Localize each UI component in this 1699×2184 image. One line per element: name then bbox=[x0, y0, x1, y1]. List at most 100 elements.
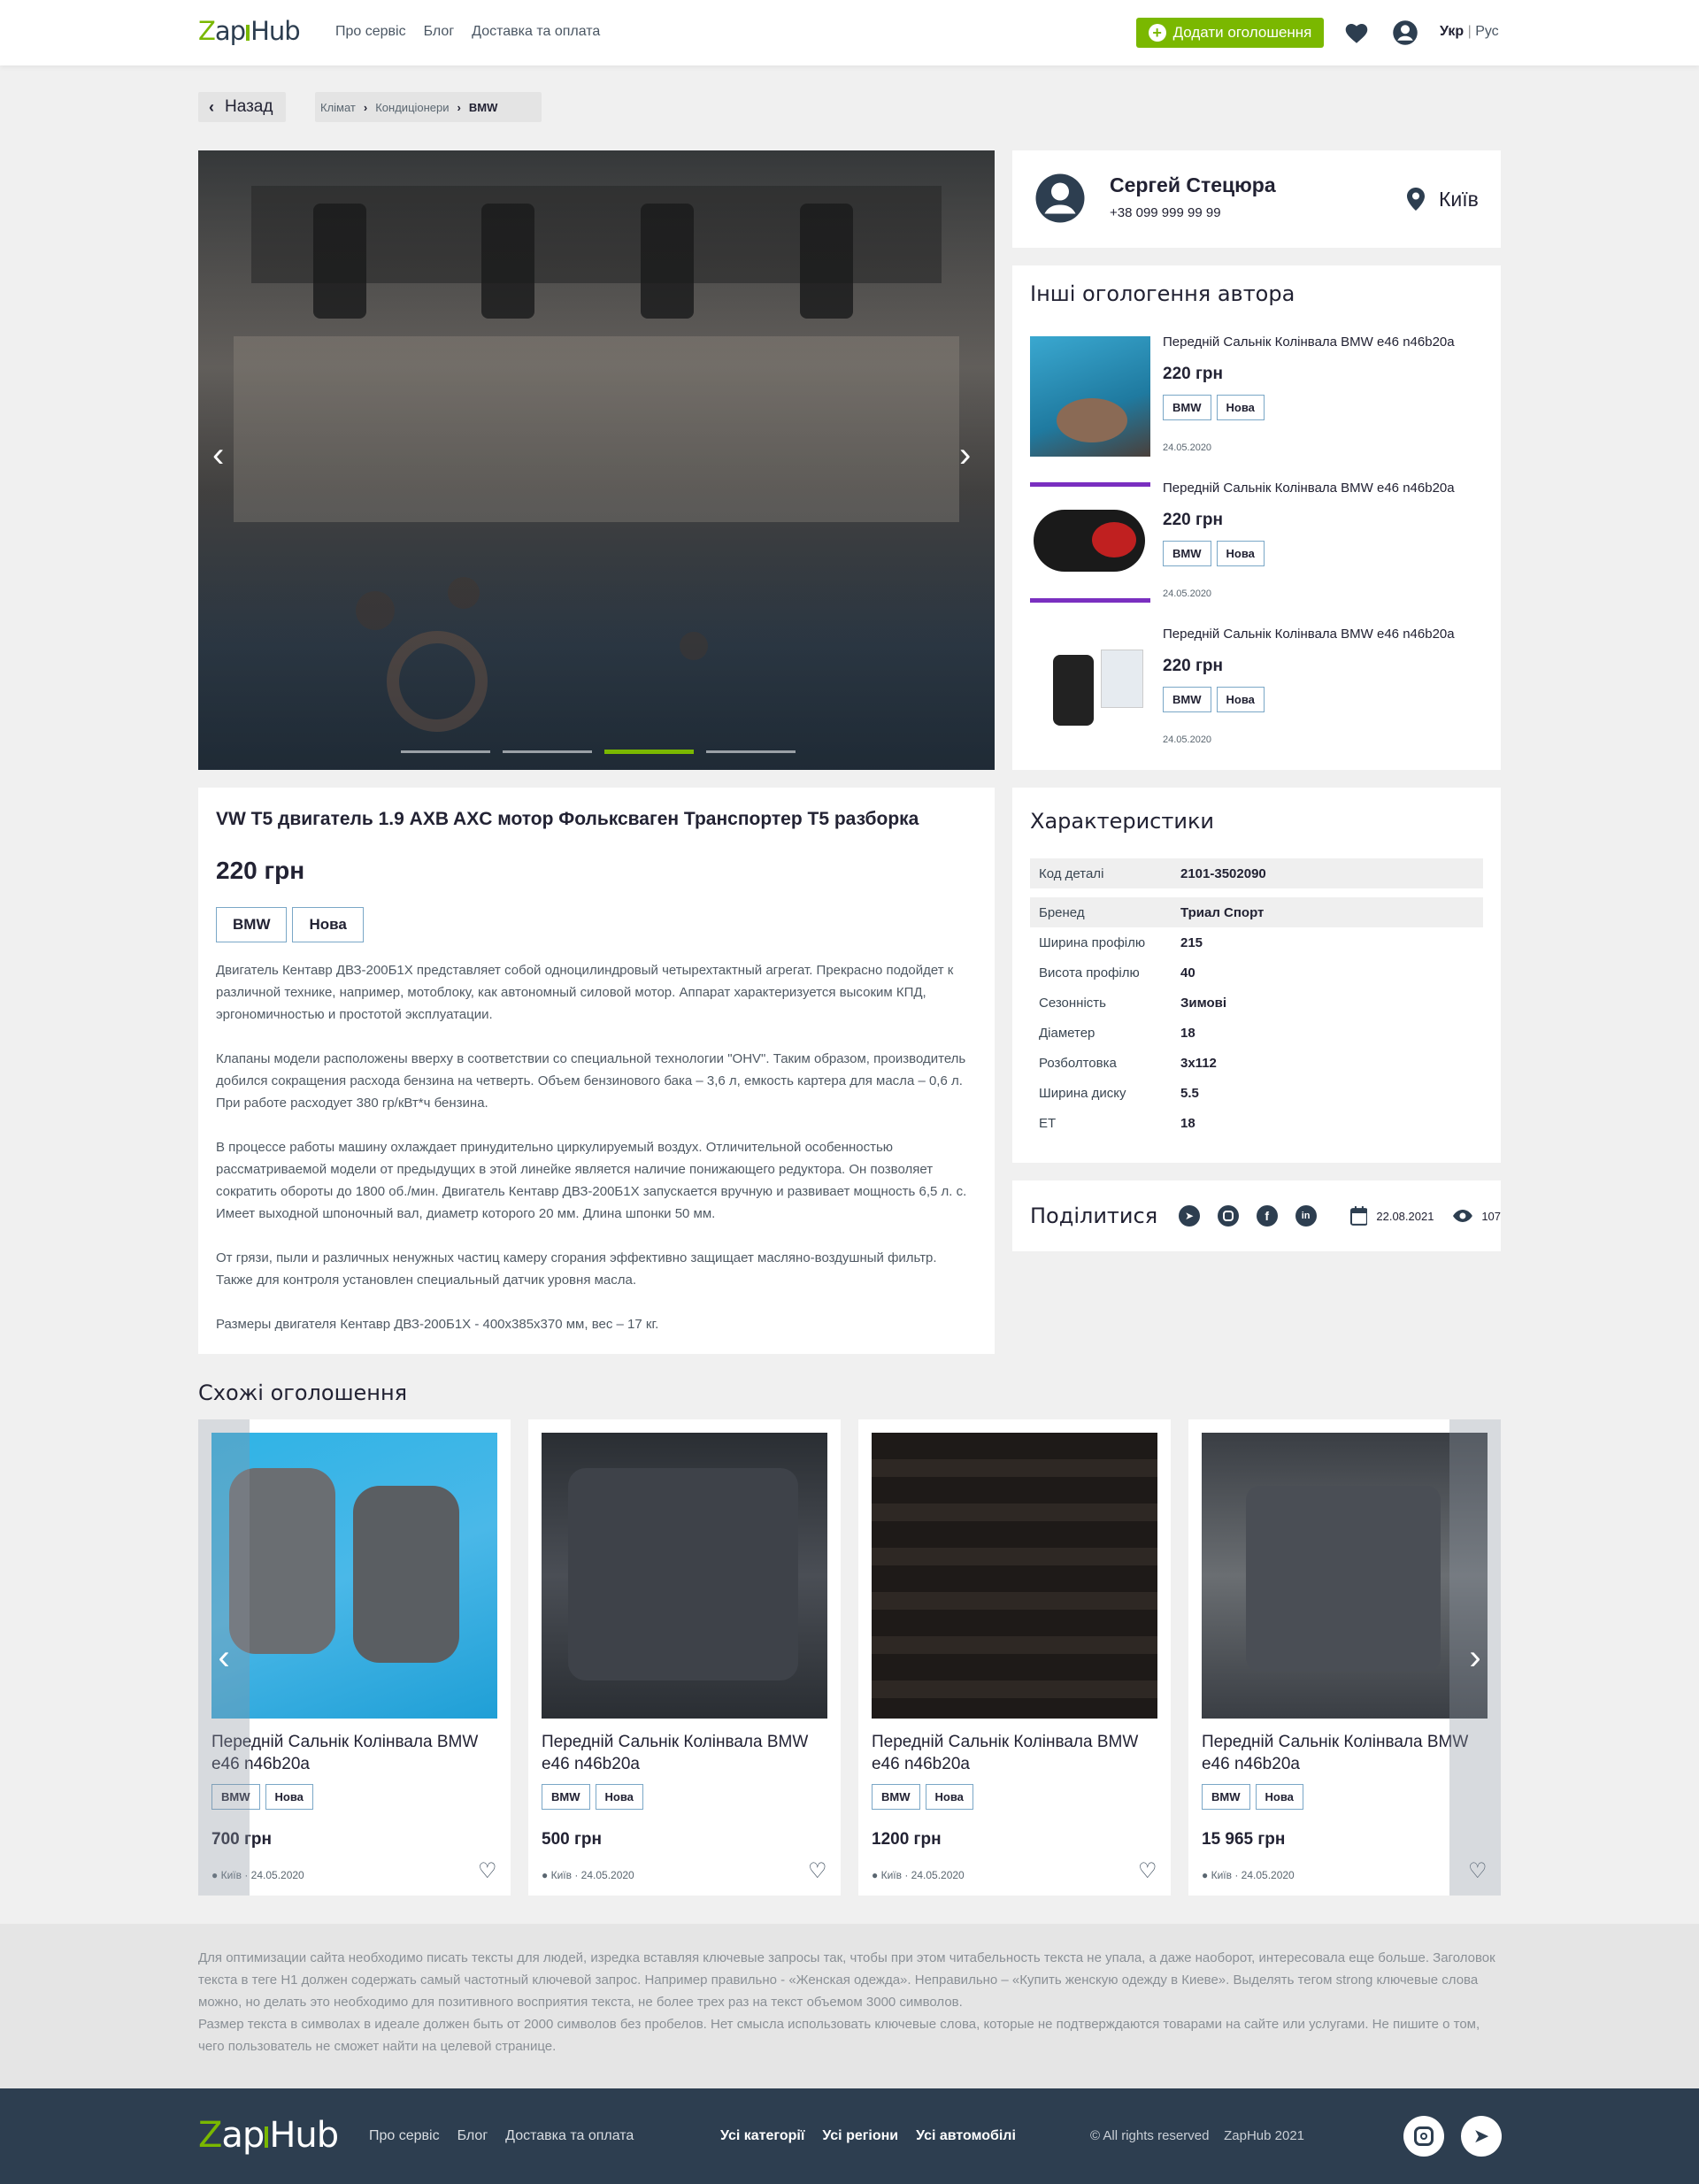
listing-price: 15 965 грн bbox=[1202, 1830, 1286, 1849]
similar-carousel: Передній Сальнік Колінвала BMW e46 n46b2… bbox=[198, 1419, 1501, 1896]
spec-row: Діаметер 18 bbox=[1030, 1018, 1483, 1048]
gallery-dots bbox=[401, 750, 796, 754]
ad-price: 220 грн bbox=[1163, 657, 1223, 675]
gallery-next-icon[interactable]: › bbox=[959, 435, 971, 475]
footer-nav-blog[interactable]: Блог bbox=[457, 2128, 488, 2144]
back-button[interactable]: ‹ Назад bbox=[198, 92, 286, 122]
description-paragraph: От грязи, пыли и различных ненужных част… bbox=[216, 1250, 937, 1288]
other-ads-card: Інші огологення автора Передній Сальнік … bbox=[1012, 265, 1501, 770]
listing-date: 24.05.2020 bbox=[580, 1869, 634, 1881]
product-gallery: ‹ › bbox=[198, 150, 995, 770]
favorite-heart-icon[interactable]: ♡ bbox=[1138, 1858, 1157, 1884]
spec-key: Ширина профілю bbox=[1039, 934, 1146, 950]
spec-key: Ширина диску bbox=[1039, 1085, 1126, 1101]
listing-date: 24.05.2020 bbox=[911, 1869, 965, 1881]
instagram-icon[interactable] bbox=[1403, 2116, 1444, 2157]
listing-photo bbox=[542, 1433, 827, 1719]
listing-photo bbox=[1202, 1433, 1488, 1719]
list-item[interactable]: Передній Сальнік Колінвала BMW e46 n46b2… bbox=[1030, 627, 1490, 773]
seo-paragraph: Размер текста в символах в идеале должен… bbox=[198, 2017, 1480, 2054]
nav-blog[interactable]: Блог bbox=[424, 24, 455, 39]
list-item[interactable]: Передній Сальнік Колінвала BMW e46 n46b2… bbox=[1030, 481, 1490, 627]
footer-nav-delivery[interactable]: Доставка та оплата bbox=[505, 2128, 634, 2144]
tag-condition: Нова bbox=[1216, 687, 1265, 712]
footer-all-categories[interactable]: Усі категорії bbox=[720, 2128, 804, 2144]
breadcrumb-item[interactable]: Клімат bbox=[320, 101, 356, 114]
brand-year: ZapHub 2021 bbox=[1224, 2128, 1305, 2143]
breadcrumb-item[interactable]: Кондиціонери bbox=[375, 101, 449, 114]
footer-logo[interactable]: Zap Hub bbox=[198, 2115, 339, 2156]
footer-categories: Усі категорії Усі регіони Усі автомобілі bbox=[720, 2128, 1016, 2144]
listing-card[interactable]: Передній Сальнік Колінвала BMW e46 n46b2… bbox=[528, 1419, 841, 1896]
listing-city: Київ bbox=[550, 1869, 572, 1881]
spec-value: 3х112 bbox=[1180, 1055, 1217, 1071]
ad-date: 24.05.2020 bbox=[1163, 734, 1212, 745]
spec-row: Ширина диску 5.5 bbox=[1030, 1078, 1483, 1108]
chevron-right-icon: › bbox=[457, 100, 461, 114]
description-paragraph: В процессе работы машину охлаждает прину… bbox=[216, 1140, 967, 1221]
ad-thumbnail bbox=[1030, 628, 1150, 749]
user-icon[interactable] bbox=[1392, 19, 1418, 46]
seller-card: Сергей Стецюра +38 099 999 99 99 Київ bbox=[1012, 150, 1501, 248]
description-paragraph: Двигатель Кентавр ДВЗ-200Б1Х представляе… bbox=[216, 963, 954, 1022]
add-listing-button[interactable]: + Додати оголошення bbox=[1136, 18, 1324, 48]
tag-brand: BMW bbox=[872, 1784, 920, 1810]
spec-row: Ширина профілю 215 bbox=[1030, 927, 1483, 957]
spec-key: Код деталі bbox=[1039, 865, 1104, 881]
carousel-prev-icon[interactable]: ‹ bbox=[198, 1419, 250, 1896]
telegram-icon[interactable]: ➤ bbox=[1179, 1205, 1200, 1227]
gallery-dot-active[interactable] bbox=[604, 750, 694, 754]
tag-brand: BMW bbox=[1163, 687, 1211, 712]
instagram-icon[interactable] bbox=[1217, 1205, 1239, 1227]
favorite-heart-icon[interactable]: ♡ bbox=[478, 1858, 497, 1884]
seller-phone[interactable]: +38 099 999 99 99 bbox=[1110, 205, 1221, 220]
description-paragraph: Клапаны модели расположены вверху в соот… bbox=[216, 1051, 966, 1111]
footer-all-cars[interactable]: Усі автомобілі bbox=[916, 2128, 1016, 2144]
tag-condition: Нова bbox=[265, 1784, 313, 1810]
location-pin-icon: ● bbox=[542, 1869, 549, 1881]
footer-all-regions[interactable]: Усі регіони bbox=[822, 2128, 898, 2144]
calendar-icon bbox=[1349, 1206, 1368, 1226]
facebook-icon[interactable]: f bbox=[1256, 1205, 1278, 1227]
listing-title: Передній Сальнік Колінвала BMW e46 n46b2… bbox=[211, 1733, 479, 1773]
spec-value: Зимові bbox=[1180, 995, 1227, 1011]
tag-brand: BMW bbox=[216, 907, 288, 942]
ad-price: 220 грн bbox=[1163, 365, 1223, 383]
nav-about[interactable]: Про сервіс bbox=[335, 24, 406, 39]
gallery-dot[interactable] bbox=[401, 750, 490, 753]
back-label: Назад bbox=[225, 97, 273, 116]
listing-date: 24.05.2020 bbox=[1241, 1869, 1295, 1881]
carousel-next-icon[interactable]: › bbox=[1449, 1419, 1501, 1896]
nav-delivery[interactable]: Доставка та оплата bbox=[472, 24, 600, 39]
listing-title: Передній Сальнік Колінвала BMW e46 n46b2… bbox=[872, 1733, 1139, 1773]
ad-thumbnail bbox=[1030, 482, 1150, 603]
gallery-prev-icon[interactable]: ‹ bbox=[212, 435, 224, 475]
heart-icon[interactable] bbox=[1343, 20, 1370, 44]
gallery-dot[interactable] bbox=[706, 750, 796, 753]
location-pin-icon bbox=[1407, 188, 1425, 211]
avatar bbox=[1035, 173, 1085, 223]
listing-card[interactable]: Передній Сальнік Колінвала BMW e46 n46b2… bbox=[858, 1419, 1171, 1896]
logo[interactable]: Zap Hub bbox=[198, 16, 301, 46]
location-pin-icon: ● bbox=[1202, 1869, 1209, 1881]
telegram-icon[interactable]: ➤ bbox=[1461, 2116, 1502, 2157]
lang-rus[interactable]: Рус bbox=[1475, 24, 1499, 39]
post-date: 22.08.2021 bbox=[1376, 1209, 1434, 1223]
spec-key: Діаметер bbox=[1039, 1025, 1096, 1041]
spec-key: ЕТ bbox=[1039, 1115, 1057, 1131]
tag-condition: Нова bbox=[925, 1784, 973, 1810]
tag-condition: Нова bbox=[292, 907, 364, 942]
linkedin-icon[interactable]: in bbox=[1295, 1205, 1317, 1227]
listing-date: 24.05.2020 bbox=[250, 1869, 304, 1881]
list-item[interactable]: Передній Сальнік Колінвала BMW e46 n46b2… bbox=[1030, 335, 1490, 481]
similar-title: Схожі оголошення bbox=[198, 1380, 408, 1405]
tag-brand: BMW bbox=[1163, 541, 1211, 566]
listing-title: Передній Сальнік Колінвала BMW e46 n46b2… bbox=[542, 1733, 809, 1773]
chevron-right-icon: › bbox=[363, 100, 368, 114]
location-pin-icon: ● bbox=[872, 1869, 879, 1881]
lang-ukr[interactable]: Укр bbox=[1440, 24, 1464, 39]
tag-condition: Нова bbox=[1216, 395, 1265, 420]
footer-nav-about[interactable]: Про сервіс bbox=[369, 2128, 440, 2144]
favorite-heart-icon[interactable]: ♡ bbox=[808, 1858, 827, 1884]
gallery-dot[interactable] bbox=[503, 750, 592, 753]
